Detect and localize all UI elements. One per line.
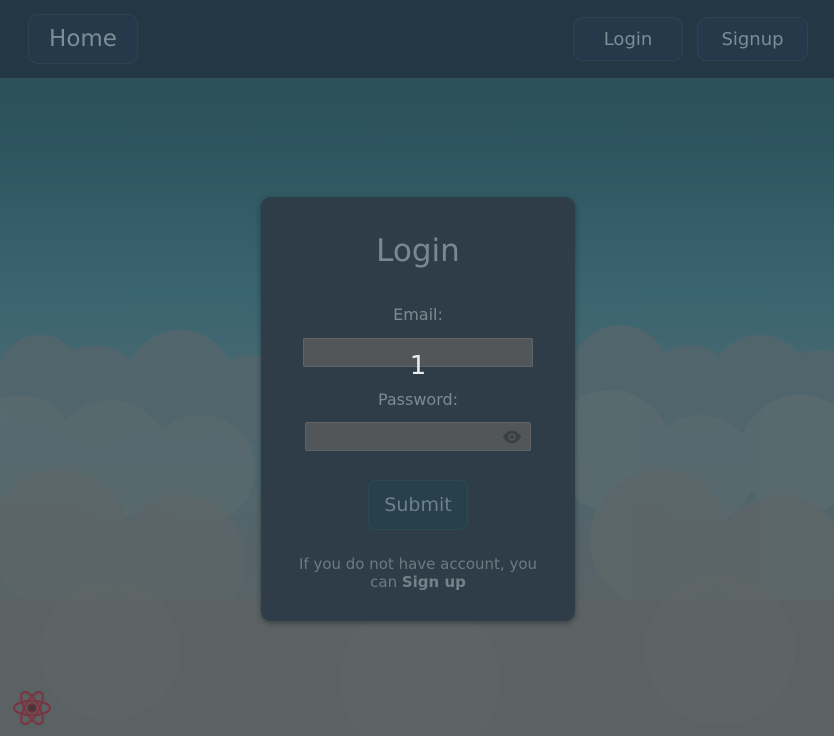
email-label: Email: xyxy=(393,305,443,324)
signup-hint: If you do not have account, you can Sign… xyxy=(285,555,551,591)
eye-icon[interactable] xyxy=(501,428,523,446)
overlay-counter: 1 xyxy=(409,351,427,381)
password-input[interactable] xyxy=(305,422,531,451)
signup-nav-button[interactable]: Signup xyxy=(697,17,808,61)
react-atom-icon[interactable] xyxy=(12,688,52,728)
login-nav-button[interactable]: Login xyxy=(573,17,683,61)
submit-button[interactable]: Submit xyxy=(368,480,468,530)
password-label: Password: xyxy=(377,390,459,409)
login-card: Login Email: 1 Password: Submit If you d… xyxy=(261,197,575,621)
login-title: Login xyxy=(376,233,460,269)
sign-up-link[interactable]: Sign up xyxy=(402,573,466,591)
top-navbar: Home Login Signup xyxy=(0,0,834,78)
home-nav-button[interactable]: Home xyxy=(28,14,138,64)
